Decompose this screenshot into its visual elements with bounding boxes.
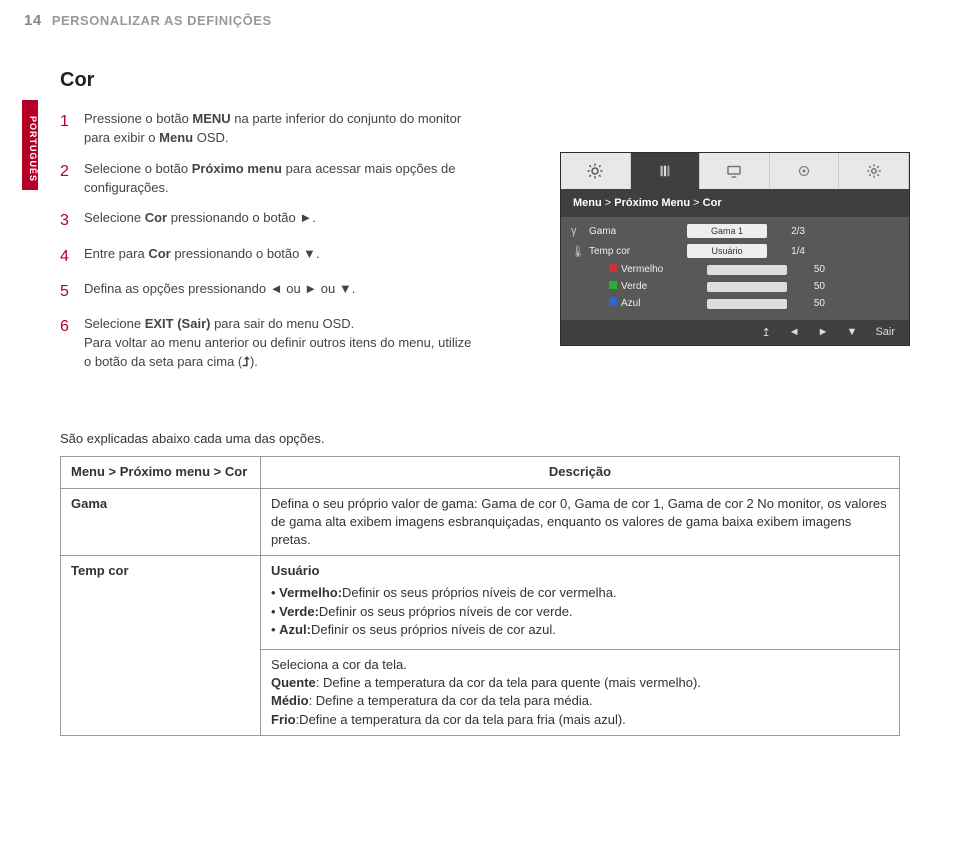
step-number: 5 bbox=[60, 280, 74, 303]
osd-tab-color[interactable] bbox=[631, 153, 701, 189]
step-5: 5 Defina as opções pressionando ◄ ou ► ou… bbox=[60, 280, 480, 303]
osd-nav: ↥ ◄ ► ▼ Sair bbox=[561, 320, 909, 345]
opt-name-gama: Gama bbox=[61, 488, 261, 556]
thermometer-icon: 🌡 bbox=[571, 245, 585, 258]
nav-up-icon[interactable]: ↥ bbox=[762, 326, 771, 339]
slider-bar[interactable] bbox=[707, 265, 787, 275]
osd-breadcrumb: Menu > Próximo Menu > Cor bbox=[561, 189, 909, 217]
osd-label: Temp cor bbox=[589, 246, 679, 257]
gear-icon bbox=[865, 162, 883, 180]
osd-body: γ Gama Gama 1 2/3 🌡 Temp cor Usuário 1/4… bbox=[561, 217, 909, 320]
step-text: Pressione o botão MENU na parte inferior… bbox=[84, 110, 480, 148]
step-number: 3 bbox=[60, 209, 74, 232]
bc-next: Próximo Menu bbox=[614, 197, 690, 209]
osd-tab-bar bbox=[561, 153, 909, 189]
section-title: Cor bbox=[60, 69, 960, 92]
osd-num: 50 bbox=[795, 298, 825, 309]
osd-row-gama[interactable]: γ Gama Gama 1 2/3 bbox=[561, 221, 909, 241]
bullet-blue: Azul:Definir os seus próprios níveis de … bbox=[271, 621, 889, 639]
sun-icon bbox=[586, 162, 604, 180]
bc-sep: > bbox=[605, 197, 611, 209]
step-number: 2 bbox=[60, 160, 74, 198]
osd-page: 1/4 bbox=[775, 246, 805, 257]
nav-exit[interactable]: Sair bbox=[875, 326, 895, 339]
table-row: Gama Defina o seu próprio valor de gama:… bbox=[61, 488, 900, 556]
step-number: 1 bbox=[60, 110, 74, 148]
options-intro: São explicadas abaixo cada uma das opçõe… bbox=[60, 431, 960, 446]
slider-bar[interactable] bbox=[707, 299, 787, 309]
step-text: Selecione o botão Próximo menu para aces… bbox=[84, 160, 480, 198]
osd-tab-settings[interactable] bbox=[839, 153, 909, 189]
bc-cor: Cor bbox=[703, 197, 722, 209]
opt-desc-gama: Defina o seu próprio valor de gama: Gama… bbox=[261, 488, 900, 556]
slider-bar[interactable] bbox=[707, 282, 787, 292]
opt-desc-seleciona: Seleciona a cor da tela. Quente: Define … bbox=[261, 649, 900, 735]
page-header: 14 PERSONALIZAR AS DEFINIÇÕES bbox=[0, 0, 960, 29]
line-medio: Médio: Define a temperatura da cor da te… bbox=[271, 693, 593, 708]
options-table: Menu > Próximo menu > Cor Descrição Gama… bbox=[60, 456, 900, 735]
osd-row-verde[interactable]: Verde 50 bbox=[561, 278, 909, 295]
opt-desc-usuario: Usuário Vermelho:Definir os seus próprio… bbox=[261, 556, 900, 650]
osd-label: Gama bbox=[589, 226, 679, 237]
osd-tab-audio[interactable] bbox=[770, 153, 840, 189]
bc-sep: > bbox=[693, 197, 699, 209]
osd-label: Azul bbox=[609, 298, 699, 309]
page-number: 14 bbox=[24, 12, 42, 29]
osd-num: 50 bbox=[795, 264, 825, 275]
step-2: 2 Selecione o botão Próximo menu para ace… bbox=[60, 160, 480, 198]
osd-value: Usuário bbox=[687, 244, 767, 258]
bc-menu: Menu bbox=[573, 197, 602, 209]
step-text: Defina as opções pressionando ◄ ou ► ou … bbox=[84, 280, 355, 303]
circle-icon bbox=[795, 162, 813, 180]
step-3: 3 Selecione Cor pressionando o botão ►. bbox=[60, 209, 480, 232]
nav-down-icon[interactable]: ▼ bbox=[847, 326, 858, 339]
monitor-icon bbox=[725, 162, 743, 180]
swatch-blue-icon bbox=[609, 298, 617, 306]
bullet-red: Vermelho:Definir os seus próprios níveis… bbox=[271, 584, 889, 602]
osd-tab-brightness[interactable] bbox=[561, 153, 631, 189]
step-text: Selecione Cor pressionando o botão ►. bbox=[84, 209, 316, 232]
opt-name-tempcor: Temp cor bbox=[61, 556, 261, 736]
osd-num: 50 bbox=[795, 281, 825, 292]
osd-value: Gama 1 bbox=[687, 224, 767, 238]
table-head-right: Descrição bbox=[261, 457, 900, 488]
step-1: 1 Pressione o botão MENU na parte inferio… bbox=[60, 110, 480, 148]
osd-row-tempcor[interactable]: 🌡 Temp cor Usuário 1/4 bbox=[561, 241, 909, 261]
steps-list: 1 Pressione o botão MENU na parte inferio… bbox=[60, 110, 480, 371]
step-text: Entre para Cor pressionando o botão ▼. bbox=[84, 245, 319, 268]
color-bars-icon bbox=[656, 162, 674, 180]
swatch-red-icon bbox=[609, 264, 617, 272]
line-quente: Quente: Define a temperatura da cor da t… bbox=[271, 675, 701, 690]
step-number: 6 bbox=[60, 315, 74, 372]
osd-row-vermelho[interactable]: Vermelho 50 bbox=[561, 261, 909, 278]
language-sidetab: PORTUGUÊS bbox=[22, 100, 38, 190]
nav-right-icon[interactable]: ► bbox=[818, 326, 829, 339]
swatch-green-icon bbox=[609, 281, 617, 289]
step-6: 6Selecione EXIT (Sair) para sair do menu… bbox=[60, 315, 480, 372]
nav-left-icon[interactable]: ◄ bbox=[789, 326, 800, 339]
osd-panel: Menu > Próximo Menu > Cor γ Gama Gama 1 … bbox=[560, 152, 910, 346]
table-head-left: Menu > Próximo menu > Cor bbox=[61, 457, 261, 488]
table-row: Temp cor Usuário Vermelho:Definir os seu… bbox=[61, 556, 900, 650]
step-text: Selecione EXIT (Sair) para sair do menu … bbox=[84, 315, 480, 372]
line-frio: Frio:Define a temperatura da cor da tela… bbox=[271, 712, 626, 727]
osd-row-azul[interactable]: Azul 50 bbox=[561, 295, 909, 312]
user-bullets: Vermelho:Definir os seus próprios níveis… bbox=[271, 584, 889, 639]
osd-page: 2/3 bbox=[775, 226, 805, 237]
osd-label: Verde bbox=[609, 281, 699, 292]
osd-label: Vermelho bbox=[609, 264, 699, 275]
gamma-icon: γ bbox=[571, 225, 577, 237]
osd-tab-display[interactable] bbox=[700, 153, 770, 189]
bullet-green: Verde:Definir os seus próprios níveis de… bbox=[271, 603, 889, 621]
step-4: 4 Entre para Cor pressionando o botão ▼. bbox=[60, 245, 480, 268]
page-title: PERSONALIZAR AS DEFINIÇÕES bbox=[52, 13, 272, 28]
step-number: 4 bbox=[60, 245, 74, 268]
